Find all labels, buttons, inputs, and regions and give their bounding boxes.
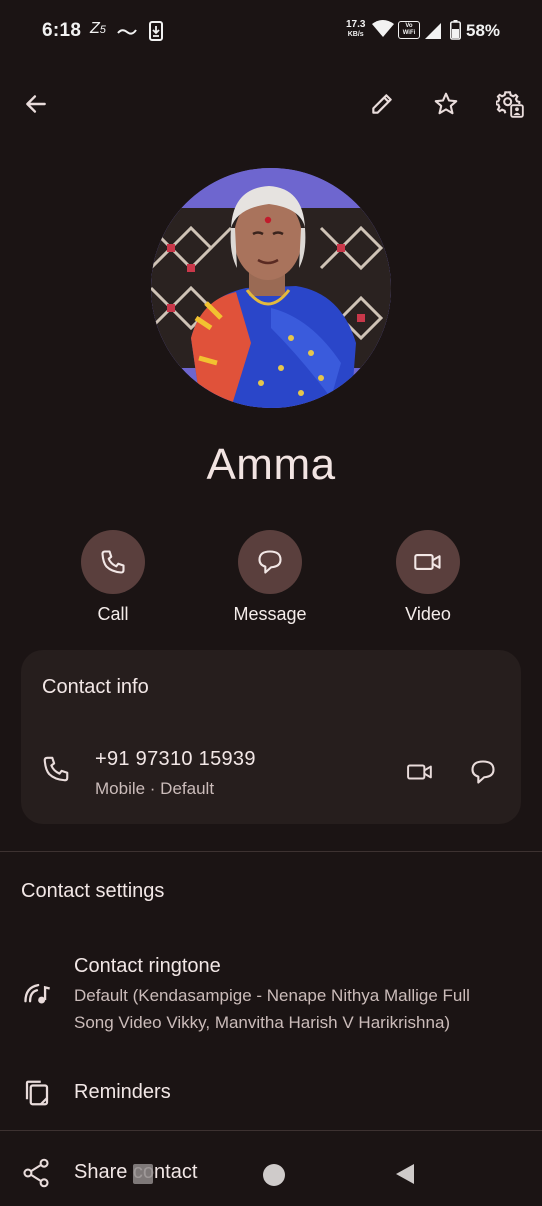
phone-type: Mobile · Default [95,779,215,798]
signal-icon [424,22,442,45]
video-label: Video [405,604,451,624]
call-button[interactable] [81,530,145,594]
reminders-icon [22,1078,52,1113]
reminders-label: Reminders [74,1081,171,1103]
home-button[interactable] [263,1164,285,1186]
phone-row-icon [41,754,71,789]
message-number-button[interactable] [459,748,507,796]
video-camera-icon [414,554,441,570]
message-action[interactable]: Message [210,530,330,625]
tilde-icon [116,22,138,43]
phone-number[interactable]: +91 97310 15939 [95,748,256,771]
contact-info-card: Contact info +91 97310 15939 Mobile · De… [21,650,521,824]
contact-settings-button[interactable] [486,80,534,128]
phone-icon [101,550,125,574]
wifi-icon [372,20,394,43]
download-icon [149,21,163,46]
video-button[interactable] [396,530,460,594]
share-icon [22,1158,50,1193]
settings-person-icon [496,91,524,118]
battery-percent: 58% [466,21,501,40]
contact-info-title: Contact info [42,676,149,698]
battery-icon [450,20,461,45]
call-action[interactable]: Call [53,530,173,625]
status-bar: 6:18 Z5 17.3 KB/s Vo WiFi 58% [0,0,542,64]
vowifi-icon: Vo WiFi [398,21,420,39]
contact-ringtone-row[interactable]: Contact ringtone Default (Kendasampige -… [0,940,542,1040]
reminders-row[interactable]: Reminders [0,1064,542,1122]
edit-button[interactable] [358,80,406,128]
video-action[interactable]: Video [368,530,488,625]
contact-settings-title: Contact settings [21,880,165,902]
message-bubble-icon [258,550,282,574]
nav-back-button[interactable] [394,1163,416,1190]
zero-balance-icon: Z5 [90,20,106,37]
contact-name: Amma [206,440,336,489]
message-bubble-icon [471,760,495,784]
ringtone-icon [22,978,52,1011]
call-label: Call [97,604,129,624]
triangle-back-icon [396,1164,414,1184]
arrow-back-icon [26,95,46,113]
section-divider [0,851,542,852]
favorite-button[interactable] [422,80,470,128]
back-button[interactable] [12,80,60,128]
contact-photo[interactable] [151,168,391,408]
video-call-number-button[interactable] [396,748,444,796]
network-speed: 17.3 KB/s [346,19,366,39]
message-label: Message [233,604,307,624]
status-time: 6:18 [42,20,82,41]
video-camera-icon [407,764,432,780]
section-divider [0,1130,542,1131]
message-button[interactable] [238,530,302,594]
recents-button[interactable] [133,1164,153,1184]
phone-icon [43,756,69,782]
contact-ringtone-title: Contact ringtone [74,955,221,977]
pencil-icon [372,94,392,114]
star-outline-icon [434,92,458,115]
contact-ringtone-value: Default (Kendasampige - Nenape Nithya Ma… [74,986,470,1032]
